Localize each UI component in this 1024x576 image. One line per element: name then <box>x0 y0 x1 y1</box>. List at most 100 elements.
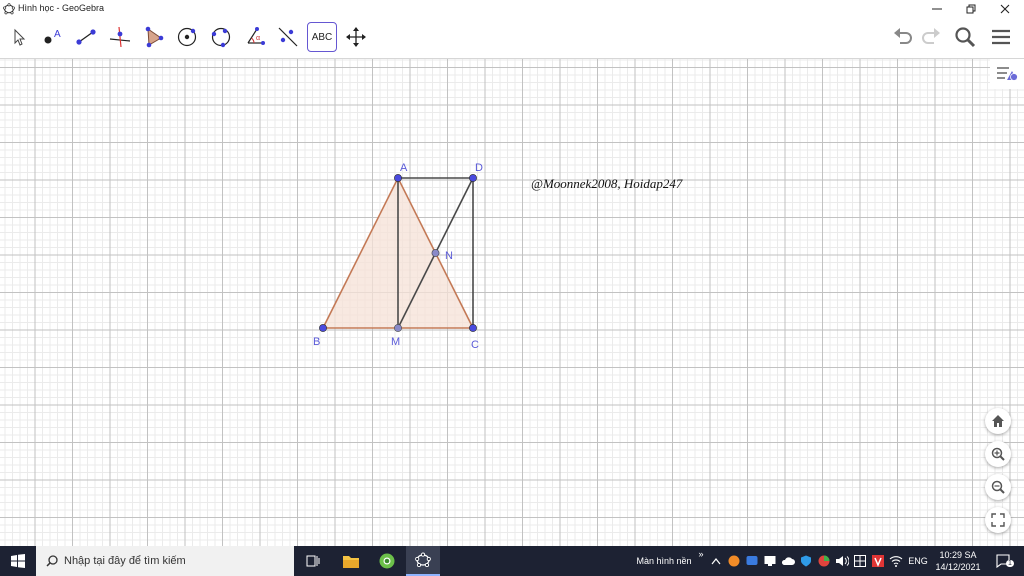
restore-button[interactable] <box>954 0 988 18</box>
windows-taskbar: Nhập tại đây để tìm kiếm Màn hình nền » … <box>0 546 1024 576</box>
main-menu-button[interactable] <box>986 22 1016 52</box>
clock-time: 10:29 SA <box>939 550 977 560</box>
polygon-icon <box>145 26 164 48</box>
volume-button[interactable] <box>834 546 850 576</box>
perpendicular-line-tool-button[interactable] <box>105 22 135 52</box>
zoom-in-icon <box>991 447 1005 461</box>
undo-icon <box>894 28 912 44</box>
geogebra-logo-icon <box>415 552 431 568</box>
zoom-out-button[interactable] <box>985 474 1011 500</box>
minimize-icon <box>932 8 942 10</box>
angle-tool-button[interactable]: α <box>240 22 270 52</box>
segment-icon <box>76 29 96 45</box>
redo-button[interactable] <box>916 22 948 52</box>
tray-app-5[interactable] <box>816 546 832 576</box>
point-n[interactable] <box>431 249 440 257</box>
title-bar: Hình học - GeoGebra <box>0 0 1024 18</box>
style-bar-icon <box>997 67 1018 81</box>
cloud-icon <box>781 557 795 565</box>
taskbar-browser[interactable] <box>372 546 402 576</box>
close-icon <box>1000 4 1010 14</box>
label-n: N <box>445 250 453 262</box>
window-title: Hình học - GeoGebra <box>18 3 105 13</box>
restore-icon <box>966 4 976 14</box>
browser-icon <box>379 553 395 569</box>
point-tool-button[interactable]: A <box>37 22 67 52</box>
tray-app-2[interactable] <box>744 546 760 576</box>
angle-icon: α <box>247 27 265 45</box>
point-d[interactable] <box>469 174 477 182</box>
taskbar-geogebra[interactable] <box>406 546 440 576</box>
circle-center-tool-button[interactable] <box>172 22 202 52</box>
wifi-icon <box>889 556 903 567</box>
tray-app-4[interactable] <box>798 546 814 576</box>
text-tool-button[interactable]: ABC <box>307 22 337 52</box>
point-a[interactable] <box>394 174 402 182</box>
double-chevron-icon: » <box>698 549 704 559</box>
tray-app-1[interactable] <box>726 546 742 576</box>
cursor-arrow-icon <box>14 28 26 46</box>
tray-orange-icon <box>728 555 740 567</box>
network-button[interactable] <box>888 546 904 576</box>
label-a: A <box>400 162 408 174</box>
notification-count: 1 <box>1006 560 1014 567</box>
graphics-view[interactable]: A D B M C N @Moonnek2008, Hoidap247 <box>0 59 1024 546</box>
desktop-toolbar[interactable]: Màn hình nền <box>632 546 696 576</box>
search-button[interactable] <box>950 22 980 52</box>
segment-tool-button[interactable] <box>71 22 101 52</box>
taskbar-file-explorer[interactable] <box>336 546 366 576</box>
circle-three-points-tool-button[interactable] <box>206 22 236 52</box>
task-view-button[interactable] <box>300 546 326 576</box>
point-m[interactable] <box>394 324 402 332</box>
action-center-button[interactable]: 1 <box>988 546 1018 576</box>
fullscreen-button[interactable] <box>985 507 1011 533</box>
zoom-out-icon <box>991 480 1005 494</box>
label-m: M <box>391 336 400 348</box>
start-button[interactable] <box>0 546 36 576</box>
toolbar: A α ABC <box>0 18 1024 59</box>
label-d: D <box>475 162 483 174</box>
close-button[interactable] <box>988 0 1022 18</box>
point-icon: A <box>44 29 61 44</box>
circle-center-icon <box>177 27 197 47</box>
task-view-icon <box>306 555 320 567</box>
search-icon <box>46 555 58 567</box>
clock[interactable]: 10:29 SA 14/12/2021 <box>933 546 983 576</box>
perpendicular-line-icon <box>109 26 131 48</box>
label-c: C <box>471 339 479 351</box>
label-b: B <box>313 336 320 348</box>
move-graphics-view-tool-button[interactable] <box>341 22 371 52</box>
toolbar-expand-button[interactable]: » <box>696 546 706 576</box>
geogebra-logo-icon <box>3 3 15 15</box>
point-b[interactable] <box>319 324 327 332</box>
chevron-up-icon <box>711 558 721 565</box>
move-tool-button[interactable] <box>4 22 34 52</box>
tray-onedrive[interactable] <box>780 546 796 576</box>
tray-shield-icon <box>801 555 811 567</box>
minimize-button[interactable] <box>920 0 954 18</box>
tray-unikey[interactable] <box>870 546 886 576</box>
undo-button[interactable] <box>886 22 918 52</box>
language-indicator: ENG <box>908 556 928 566</box>
reflect-tool-button[interactable] <box>273 22 303 52</box>
unikey-v-icon <box>872 555 884 567</box>
style-bar-toggle[interactable] <box>990 59 1024 89</box>
move-arrows-icon <box>346 27 366 47</box>
tray-app-3[interactable] <box>762 546 778 576</box>
circle-three-points-icon <box>211 27 231 48</box>
input-language-button[interactable]: ENG <box>906 546 930 576</box>
construction-drawing: A D B M C N @Moonnek2008, Hoidap247 <box>313 162 683 351</box>
search-icon <box>955 27 976 48</box>
point-c[interactable] <box>469 324 477 332</box>
show-hidden-icons-button[interactable] <box>708 546 724 576</box>
svg-text:A: A <box>54 29 61 40</box>
tray-app-6[interactable] <box>852 546 868 576</box>
zoom-in-button[interactable] <box>985 441 1011 467</box>
polygon-tool-button[interactable] <box>139 22 169 52</box>
watermark-text[interactable]: @Moonnek2008, Hoidap247 <box>531 176 683 191</box>
tray-colorful-icon <box>818 555 830 567</box>
taskbar-search-box[interactable]: Nhập tại đây để tìm kiếm <box>36 546 294 576</box>
standard-view-button[interactable] <box>985 408 1011 434</box>
reflect-line-icon <box>278 27 298 47</box>
windows-logo-icon <box>11 554 25 568</box>
